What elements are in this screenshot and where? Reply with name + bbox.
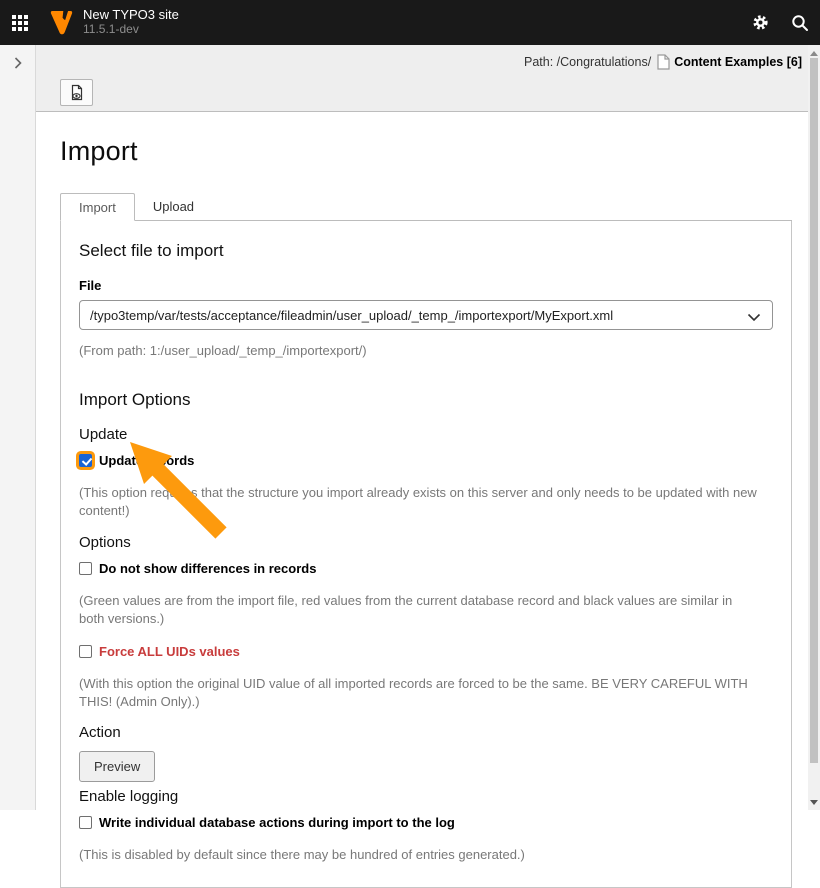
preview-button[interactable]: Preview [79,751,155,782]
settings-button[interactable] [740,0,780,45]
diff-note: (Green values are from the import file, … [79,592,739,628]
force-uids-note: (With this option the original UID value… [79,675,759,711]
view-page-button[interactable] [60,79,93,106]
write-log-label[interactable]: Write individual database actions during… [99,815,455,830]
scrollbar-thumb[interactable] [810,58,818,763]
options-heading: Options [79,534,773,551]
document-eye-icon [69,84,85,101]
search-icon [791,14,809,32]
tab-import[interactable]: Import [60,193,135,221]
search-button[interactable] [780,0,820,45]
update-heading: Update [79,426,773,443]
write-log-checkbox[interactable] [79,816,92,829]
breadcrumb-record-title: Content Examples [6] [674,55,802,69]
no-diff-label[interactable]: Do not show differences in records [99,561,316,576]
chevron-right-icon [14,57,22,69]
docheader: Path: /Congratulations/ Content Examples… [36,45,820,112]
vertical-scrollbar[interactable] [808,45,820,810]
action-heading: Action [79,724,773,741]
scroll-down-arrow[interactable] [808,796,820,808]
update-records-note: (This option requires that the structure… [79,484,773,520]
tab-bar: Import Upload [60,193,792,221]
tab-upload[interactable]: Upload [135,193,212,221]
log-note: (This is disabled by default since there… [79,846,773,864]
force-uids-checkbox[interactable] [79,645,92,658]
page-icon [657,54,670,70]
typo3-brand[interactable]: New TYPO3 site 11.5.1-dev [50,8,179,37]
topbar: New TYPO3 site 11.5.1-dev [0,0,820,45]
typo3-version: 11.5.1-dev [83,23,179,37]
enable-logging-heading: Enable logging [79,788,773,805]
import-tab-panel: Select file to import File /typo3temp/va… [60,221,792,888]
page-title: Import [60,136,792,167]
force-uids-label[interactable]: Force ALL UIDs values [99,644,240,659]
breadcrumb-path: Path: /Congratulations/ [524,55,651,69]
site-title: New TYPO3 site [83,8,179,23]
pagetree-toggle[interactable] [0,45,36,810]
file-field-label: File [79,278,773,293]
file-select[interactable]: /typo3temp/var/tests/acceptance/fileadmi… [79,300,773,330]
import-options-heading: Import Options [79,390,773,410]
select-file-heading: Select file to import [79,241,773,261]
breadcrumb: Path: /Congratulations/ Content Examples… [524,54,802,70]
gear-icon [752,14,769,31]
update-records-checkbox[interactable] [79,454,92,467]
update-records-label[interactable]: Update records [99,453,194,468]
apps-grid-icon [12,15,28,31]
module-menu-button[interactable] [0,0,40,45]
from-path-note: (From path: 1:/user_upload/_temp_/import… [79,342,773,360]
no-diff-checkbox[interactable] [79,562,92,575]
typo3-logo-icon [50,10,73,35]
